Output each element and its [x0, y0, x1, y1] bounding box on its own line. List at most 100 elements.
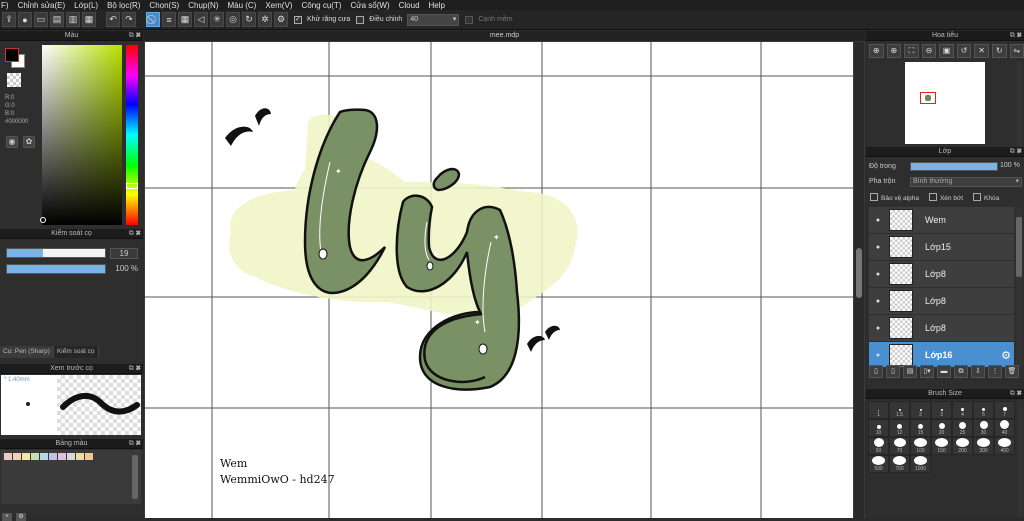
navigator-view-rect[interactable] [920, 92, 936, 104]
panel-controls-icon[interactable]: ⧉ ✖ [1010, 147, 1022, 157]
color-settings-icon[interactable]: ✿ [23, 136, 35, 148]
canvas-vertical-scrollbar[interactable] [854, 42, 864, 518]
new-layer-alt-icon[interactable]: ▯ [886, 365, 900, 378]
delete-layer-icon[interactable]: 🗑 [1005, 365, 1019, 378]
brush-size-option[interactable]: 300 [973, 437, 994, 455]
menu-view[interactable]: Xem(V) [265, 1, 292, 10]
brush-size-option[interactable]: 1 [868, 401, 889, 419]
snap-radial-icon[interactable]: ✳ [210, 12, 224, 27]
blend-mode-select[interactable]: Bình thường [910, 177, 1022, 187]
panel-controls-icon[interactable]: ⧉ ✖ [129, 439, 141, 449]
layer-row[interactable]: ●Lớp16⚙ [869, 342, 1014, 367]
soft-edge-checkbox[interactable] [465, 16, 473, 24]
brush-size-slider[interactable] [6, 248, 106, 258]
palette-swatch[interactable] [40, 453, 48, 460]
grid-icon[interactable]: ▦ [82, 12, 96, 27]
protect-alpha-checkbox[interactable]: Bảo vệ alpha [870, 193, 919, 202]
snap-perspective-icon[interactable]: ◁ [194, 12, 208, 27]
brush-size-option[interactable]: 50 [868, 437, 889, 455]
layer-settings-gear-icon[interactable]: ⚙ [1001, 349, 1011, 362]
menu-window[interactable]: Cửa sổ(W) [350, 1, 389, 10]
merge-layer-icon[interactable]: ⇩ [971, 365, 985, 378]
layer-more-icon[interactable]: ⋮ [988, 365, 1002, 378]
layout-icon[interactable]: ▥ [66, 12, 80, 27]
palette-swatch[interactable] [76, 453, 84, 460]
drawing-canvas[interactable]: ✦ ✦ ✦ ✦ Wem WemmiOwO - hd247 [145, 42, 853, 518]
saturation-value-picker[interactable] [42, 45, 122, 225]
panel-controls-icon[interactable]: ⧉ ✖ [1010, 389, 1022, 399]
layer-visibility-icon[interactable]: ● [869, 271, 887, 278]
layer-row[interactable]: ●Lớp8 [869, 315, 1014, 341]
layer-row[interactable]: ●Lớp8 [869, 261, 1014, 287]
palette-scrollbar[interactable] [132, 455, 138, 499]
undo-icon[interactable]: ↶ [106, 12, 120, 27]
snap-off-icon[interactable]: ⃠ [146, 12, 160, 27]
brush-size-option[interactable]: 12 [889, 419, 910, 437]
brush-size-option[interactable]: 150 [931, 437, 952, 455]
layer-opacity-slider[interactable] [910, 162, 998, 171]
new-layer-copy-icon[interactable]: ▤ [903, 365, 917, 378]
redo-icon[interactable]: ↷ [122, 12, 136, 27]
actual-size-icon[interactable]: ▣ [939, 44, 954, 58]
share-icon[interactable]: ⇪ [2, 12, 16, 27]
hue-slider-knob[interactable] [126, 183, 138, 189]
brush-size-option[interactable]: 7 [994, 401, 1015, 419]
brush-size-option[interactable]: 100 [910, 437, 931, 455]
menu-layer[interactable]: Lớp(L) [74, 1, 98, 10]
layer-visibility-icon[interactable]: ● [869, 244, 887, 251]
color-wheel-icon[interactable]: ◉ [6, 136, 18, 148]
menu-filter[interactable]: Bộ lọc(R) [107, 1, 140, 10]
layer-visibility-icon[interactable]: ● [869, 298, 887, 305]
menu-capture[interactable]: Chụp(N) [188, 1, 218, 10]
layer-visibility-icon[interactable]: ● [869, 352, 887, 359]
brush-size-option[interactable]: 2 [910, 401, 931, 419]
panel-controls-icon[interactable]: ⧉ ✖ [129, 229, 141, 239]
brush-size-option[interactable]: 70 [889, 437, 910, 455]
palette-swatch[interactable] [49, 453, 57, 460]
duplicate-layer-icon[interactable]: ⧉ [954, 365, 968, 378]
chat-icon[interactable]: ● [18, 12, 32, 27]
palette-swatch[interactable] [85, 453, 93, 460]
menu-tools[interactable]: Công cụ(T) [301, 1, 341, 10]
foreground-color-swatch[interactable] [5, 48, 19, 62]
brush-size-option[interactable]: 20 [931, 419, 952, 437]
comment-icon[interactable]: ▭ [34, 12, 48, 27]
reset-rotation-icon[interactable]: ✕ [974, 44, 989, 58]
layer-list-scrollbar[interactable] [1016, 207, 1022, 367]
menu-select[interactable]: Chọn(S) [149, 1, 179, 10]
palette-swatch[interactable] [4, 453, 12, 460]
correction-select[interactable]: 40 [407, 14, 459, 26]
snap-settings-icon[interactable]: ✲ [258, 12, 272, 27]
brush-size-option[interactable]: 400 [994, 437, 1015, 455]
rotate-right-icon[interactable]: ↻ [992, 44, 1007, 58]
sv-picker-knob[interactable] [40, 217, 46, 223]
menu-color[interactable]: Màu (C) [227, 1, 256, 10]
brush-size-option[interactable]: 3 [931, 401, 952, 419]
antialias-checkbox[interactable]: ✓ [294, 16, 302, 24]
brush-size-value[interactable]: 19 [110, 248, 138, 259]
hue-slider[interactable] [126, 45, 138, 225]
fit-screen-icon[interactable]: ⛶ [904, 44, 919, 58]
snap-curve-icon[interactable]: ↻ [242, 12, 256, 27]
document-icon[interactable]: ▤ [50, 12, 64, 27]
layer-visibility-icon[interactable]: ● [869, 325, 887, 332]
layer-type-dropdown-icon[interactable]: ▯▾ [920, 365, 934, 378]
menu-cloud[interactable]: Cloud [399, 1, 420, 10]
lock-checkbox[interactable]: Khóa [973, 193, 999, 202]
navigator-preview[interactable] [905, 62, 985, 144]
canvas-scroll-thumb[interactable] [856, 248, 862, 298]
navigator-scrollbar[interactable] [1017, 62, 1022, 146]
palette-swatch[interactable] [58, 453, 66, 460]
brush-size-option[interactable]: 30 [973, 419, 994, 437]
clipping-checkbox[interactable]: Xén bớt [929, 193, 963, 202]
flip-icon[interactable]: ⇋ [1010, 44, 1024, 58]
palette-swatch[interactable] [22, 453, 30, 460]
menu-edit[interactable]: Chỉnh sửa(E) [18, 1, 66, 10]
brush-size-option[interactable]: 15 [910, 419, 931, 437]
snap-grid-icon[interactable]: ▦ [178, 12, 192, 27]
snap-gear-icon[interactable]: ⚙ [274, 12, 288, 27]
palette-add-icon[interactable]: + [2, 513, 12, 521]
new-layer-icon[interactable]: ▯ [869, 365, 883, 378]
transparent-color-swatch[interactable] [7, 73, 21, 87]
document-tab[interactable]: mee.mdp [144, 31, 865, 41]
